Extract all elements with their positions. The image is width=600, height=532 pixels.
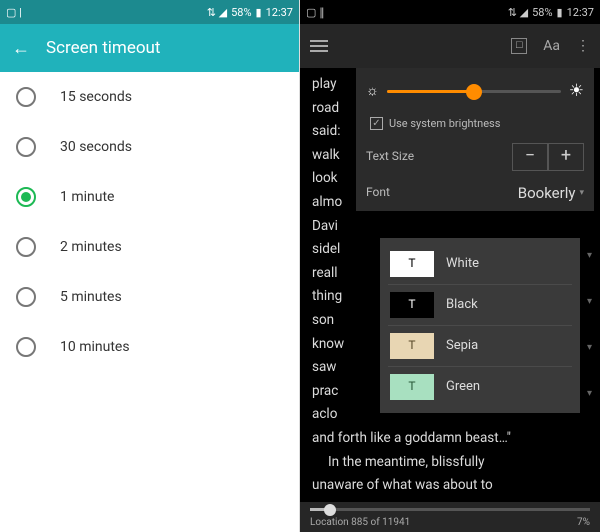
page-title: Screen timeout [46, 38, 160, 58]
font-label: Font [366, 183, 390, 202]
theme-label: Sepia [446, 336, 478, 357]
theme-label: Green [446, 377, 480, 398]
chevron-down-icon: ▾ [587, 340, 592, 356]
option-label: 2 minutes [60, 239, 122, 255]
increase-text-button[interactable]: + [548, 143, 584, 171]
option-2-minutes[interactable]: 2 minutes [0, 222, 299, 272]
settings-screen: ▢ | ⇅ ◢ 58% ▮ 12:37 ← Screen timeout 15 … [0, 0, 300, 532]
status-left-icons: ▢ ∥ [306, 6, 325, 19]
option-1-minute[interactable]: 1 minute [0, 172, 299, 222]
reader-page[interactable]: play road said: walk look almo Davi side… [300, 68, 600, 502]
text-line: In the meantime, blissfully [312, 452, 588, 474]
brightness-slider[interactable] [387, 90, 561, 93]
status-right-icons: ⇅ ◢ 58% ▮ 12:37 [508, 6, 594, 19]
status-right-icons: ⇅ ◢ 58% ▮ 12:37 [207, 6, 293, 19]
display-settings-panel: ☼ ☀ ✓ Use system brightness Text Size − … [356, 68, 594, 211]
battery-text: 58% [532, 6, 552, 19]
theme-swatch: T [390, 374, 434, 400]
text-line: and forth like a goddamn beast…" [312, 428, 588, 450]
option-label: 30 seconds [60, 139, 132, 155]
overflow-menu-icon[interactable]: ⋮ [576, 38, 590, 54]
chevron-down-icon: ▾ [587, 248, 592, 264]
option-label: 5 minutes [60, 289, 122, 305]
option-30-seconds[interactable]: 30 seconds [0, 122, 299, 172]
chevron-down-icon: ▾ [579, 186, 584, 200]
text-size-row: Text Size − + [366, 143, 584, 171]
radio-icon [16, 287, 36, 307]
signal-icon: ⇅ ◢ [207, 6, 227, 19]
brightness-low-icon: ☼ [366, 80, 379, 102]
text-line: Davi [312, 216, 588, 238]
font-value: Bookerly [518, 181, 576, 205]
chevron-down-icon: ▾ [587, 386, 592, 402]
theme-label: White [446, 254, 479, 275]
option-label: 15 seconds [60, 89, 132, 105]
panel-row-carets: ▾ ▾ ▾ ▾ [587, 248, 592, 402]
use-system-brightness[interactable]: ✓ Use system brightness [370, 115, 584, 133]
theme-green[interactable]: T Green [380, 367, 580, 407]
radio-icon [16, 137, 36, 157]
theme-swatch: T [390, 333, 434, 359]
brightness-row: ☼ ☀ [366, 78, 584, 105]
radio-selected-icon [16, 187, 36, 207]
theme-swatch: T [390, 292, 434, 318]
back-arrow-icon[interactable]: ← [12, 38, 30, 59]
color-theme-menu: T White T Black T Sepia T Green [380, 238, 580, 413]
checkbox-checked-icon: ✓ [370, 117, 383, 130]
battery-text: 58% [231, 6, 251, 19]
theme-swatch: T [390, 251, 434, 277]
font-settings-button[interactable]: Aa [543, 38, 560, 54]
percent-label: 7% [577, 517, 590, 528]
text-size-label: Text Size [366, 147, 414, 166]
signal-icon: ⇅ ◢ [508, 6, 528, 19]
progress-slider[interactable] [310, 508, 590, 511]
chevron-down-icon: ▾ [587, 294, 592, 310]
radio-icon [16, 337, 36, 357]
clock: 12:37 [567, 6, 594, 19]
reader-footer: Location 885 of 11941 7% [300, 502, 600, 532]
option-label: 10 minutes [60, 339, 130, 355]
kindle-reader: ▢ ∥ ⇅ ◢ 58% ▮ 12:37 ☐ Aa ⋮ play road sai… [300, 0, 600, 532]
battery-icon: ▮ [256, 6, 262, 19]
option-5-minutes[interactable]: 5 minutes [0, 272, 299, 322]
font-row[interactable]: Font Bookerly▾ [366, 181, 584, 205]
location-label: Location 885 of 11941 [310, 517, 410, 528]
option-15-seconds[interactable]: 15 seconds [0, 72, 299, 122]
status-left-icons: ▢ | [6, 6, 22, 19]
theme-sepia[interactable]: T Sepia [380, 326, 580, 366]
hamburger-icon[interactable] [310, 40, 328, 52]
status-bar: ▢ ∥ ⇅ ◢ 58% ▮ 12:37 [300, 0, 600, 24]
radio-icon [16, 237, 36, 257]
radio-icon [16, 87, 36, 107]
text-line: unaware of what was about to [312, 475, 588, 497]
timeout-options: 15 seconds 30 seconds 1 minute 2 minutes… [0, 72, 299, 532]
clock: 12:37 [266, 6, 293, 19]
decrease-text-button[interactable]: − [512, 143, 548, 171]
option-10-minutes[interactable]: 10 minutes [0, 322, 299, 372]
battery-icon: ▮ [557, 6, 563, 19]
status-bar: ▢ | ⇅ ◢ 58% ▮ 12:37 [0, 0, 299, 24]
checkbox-label: Use system brightness [389, 115, 500, 133]
theme-white[interactable]: T White [380, 244, 580, 284]
theme-label: Black [446, 295, 478, 316]
brightness-high-icon: ☀ [569, 78, 584, 105]
settings-header: ← Screen timeout [0, 24, 299, 72]
bookmark-icon[interactable]: ☐ [511, 38, 527, 54]
theme-black[interactable]: T Black [380, 285, 580, 325]
option-label: 1 minute [60, 189, 114, 205]
reader-toolbar: ☐ Aa ⋮ [300, 24, 600, 68]
